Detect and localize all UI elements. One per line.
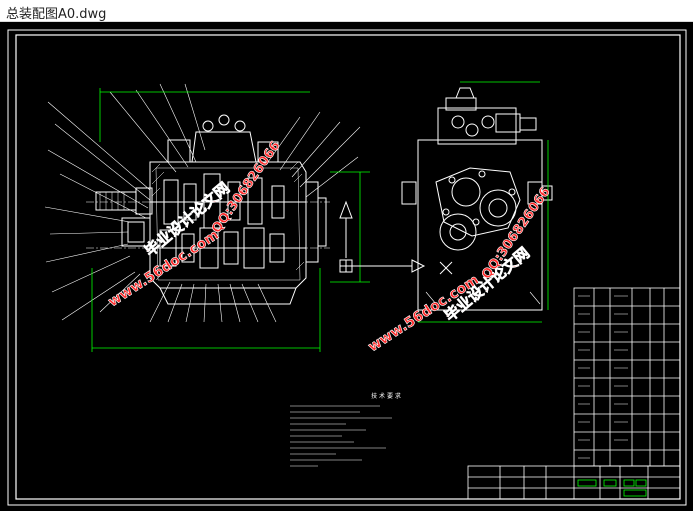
watermark-right: www.56doc.com 毕业设计论文网 QQ:306826066: [365, 184, 554, 355]
view-arrow: [339, 200, 426, 273]
notes-heading: 技 术 要 求: [371, 392, 401, 400]
outer-border: [7, 29, 687, 506]
title-block: [467, 465, 681, 500]
end-view: [401, 87, 553, 311]
title-bar: 总装配图A0.dwg: [0, 0, 693, 22]
drawing-svg: 技 术 要 求 www.56doc.com 毕业设计论文网 QQ:3068260…: [7, 29, 687, 506]
inner-border: [15, 34, 681, 500]
parts-list-table: [573, 287, 681, 467]
cad-drawing-canvas[interactable]: 技 术 要 求 www.56doc.com 毕业设计论文网 QQ:3068260…: [0, 22, 693, 511]
technical-requirements: 技 术 要 求: [290, 392, 401, 467]
file-tab-title[interactable]: 总装配图A0.dwg: [6, 3, 106, 22]
